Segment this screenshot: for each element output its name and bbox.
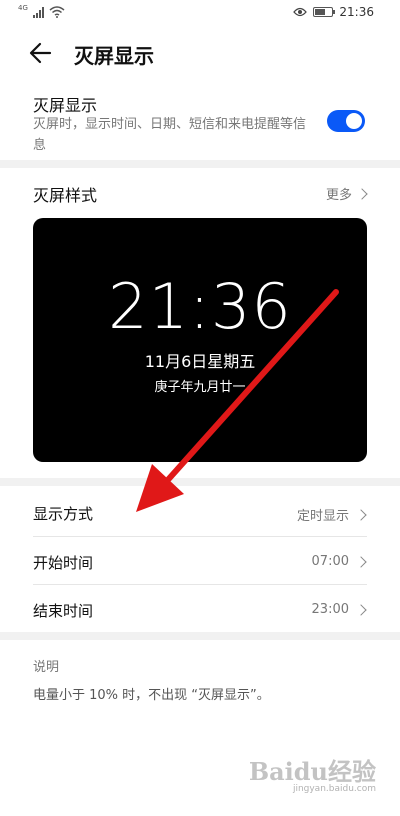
app-header: 灭屏显示 xyxy=(0,26,400,82)
status-bar: 4G 21:36 xyxy=(0,0,400,26)
list-item-value: 定时显示 xyxy=(296,509,349,524)
watermark-brand: Baidu经验 xyxy=(248,757,376,786)
chevron-right-icon xyxy=(355,555,367,568)
aod-toggle-switch[interactable] xyxy=(327,110,365,132)
aod-style-preview[interactable]: 21:36 11月6日星期五 庚子年九月廿一 xyxy=(33,218,367,462)
status-right: 21:36 xyxy=(293,5,374,19)
list-item-label: 结束时间 xyxy=(33,602,94,620)
list-item-start-time[interactable]: 开始时间 07:00 xyxy=(33,537,367,585)
preview-date: 11月6日星期五 xyxy=(144,352,256,371)
signal-icon xyxy=(32,6,44,18)
note-text: 电量小于 10% 时，不出现 “灭屏显示”。 xyxy=(33,688,270,703)
list-item-value: 23:00 xyxy=(311,602,349,617)
more-button[interactable]: 更多 xyxy=(325,184,368,203)
status-left: 4G xyxy=(18,4,65,18)
watermark-url: jingyan.baidu.com xyxy=(292,784,376,794)
aod-toggle-title: 灭屏显示 xyxy=(33,96,98,115)
list-item-value-group: 07:00 xyxy=(311,554,367,569)
list-item-label: 显示方式 xyxy=(33,505,94,523)
eye-icon xyxy=(293,7,308,17)
preview-clock: 21:36 xyxy=(108,270,292,343)
back-arrow-icon xyxy=(29,42,52,64)
watermark: Baidu经验 jingyan.baidu.com xyxy=(246,752,376,802)
aod-style-card: 灭屏样式 更多 21:36 11月6日星期五 庚子年九月廿一 xyxy=(0,168,400,478)
back-button[interactable] xyxy=(28,40,58,68)
list-item-value-group: 定时显示 xyxy=(296,505,367,524)
note-title: 说明 xyxy=(33,660,60,675)
preview-lunar-date: 庚子年九月廿一 xyxy=(154,380,246,395)
schedule-settings-card: 显示方式 定时显示 开始时间 07:00 结束时间 23:00 xyxy=(0,486,400,632)
aod-toggle-description: 灭屏时，显示时间、日期、短信和来电提醒等信息 xyxy=(33,117,307,153)
aod-toggle-card[interactable]: 灭屏显示 灭屏时，显示时间、日期、短信和来电提醒等信息 xyxy=(0,82,400,160)
network-type-label: 4G xyxy=(18,4,28,12)
list-item-value: 07:00 xyxy=(311,554,349,569)
chevron-right-icon xyxy=(355,508,367,521)
wifi-icon xyxy=(49,6,65,18)
note-card: 说明 电量小于 10% 时，不出现 “灭屏显示”。 Baidu经验 jingya… xyxy=(0,640,400,816)
list-item-display-mode[interactable]: 显示方式 定时显示 xyxy=(33,488,367,536)
list-item-end-time[interactable]: 结束时间 23:00 xyxy=(33,585,367,633)
list-item-label: 开始时间 xyxy=(33,554,94,572)
style-section-title: 灭屏样式 xyxy=(33,186,98,205)
battery-icon xyxy=(313,7,336,17)
page-title: 灭屏显示 xyxy=(74,44,154,68)
chevron-right-icon xyxy=(355,603,367,616)
chevron-right-icon xyxy=(356,187,368,200)
toggle-knob xyxy=(346,113,362,129)
more-label: 更多 xyxy=(325,188,352,203)
status-time: 21:36 xyxy=(339,5,374,19)
list-item-value-group: 23:00 xyxy=(311,602,367,617)
battery-fill xyxy=(315,9,325,15)
